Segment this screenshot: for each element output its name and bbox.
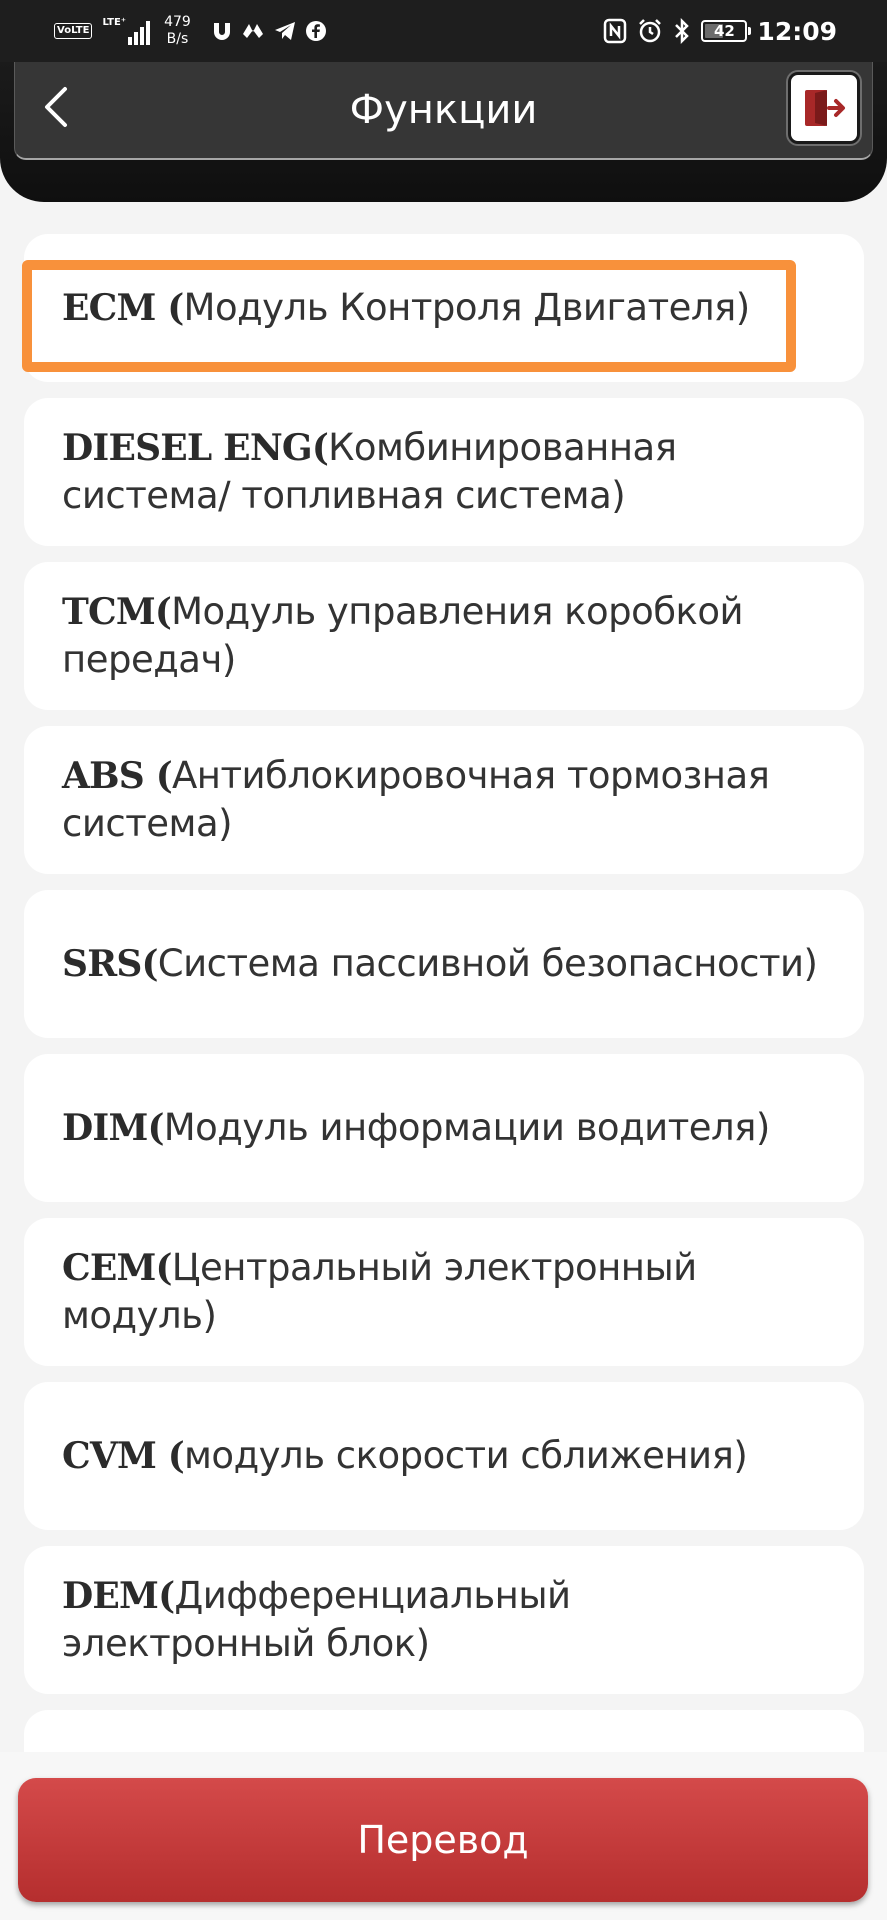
exit-icon <box>805 90 845 126</box>
list-item-srs[interactable]: SRS(Система пассивной безопасности) <box>24 890 864 1038</box>
exit-button[interactable] <box>788 72 860 144</box>
list-item-cvm[interactable]: CVM (модуль скорости сближения) <box>24 1382 864 1530</box>
list-item-code: SRS( <box>62 943 159 985</box>
list-item-description: Модуль информации водителя) <box>163 1106 771 1149</box>
list-item-code: DEM( <box>62 1575 175 1617</box>
telegram-icon <box>274 22 295 40</box>
list-item-diesel-eng[interactable]: DIESEL ENG(Комбинированная система/ топл… <box>24 398 864 546</box>
list-item-description: модуль скорости сближения) <box>184 1434 748 1477</box>
list-item-abs[interactable]: ABS (Антиблокировочная тормозная система… <box>24 726 864 874</box>
network-speed-unit: B/s <box>166 31 189 47</box>
page-title: Функции <box>349 87 538 133</box>
list-item-tcm[interactable]: TCM(Модуль управления коробкой передач) <box>24 562 864 710</box>
network-speed: 479 B/s <box>164 14 191 48</box>
alarm-icon <box>639 19 662 43</box>
list-item-code: DIM( <box>62 1107 165 1149</box>
list-item-label: CEM(Центральный электронный модуль) <box>62 1244 828 1340</box>
list-item-code: TCM( <box>62 591 172 633</box>
list-item-label: ABS (Антиблокировочная тормозная система… <box>62 752 828 848</box>
list-item-code: ABS ( <box>62 755 173 797</box>
list-item-code: DIESEL ENG( <box>62 427 329 469</box>
list-item-description: Система пассивной безопасности) <box>157 942 818 985</box>
status-bar: VoLTE LTE⁺ 479 B/s 42 12:09 <box>0 0 887 62</box>
list-item-label: DEM(Дифференциальный электронный блок) <box>62 1572 828 1668</box>
list-item-code: CEM( <box>62 1247 173 1289</box>
list-item-label: DIESEL ENG(Комбинированная система/ топл… <box>62 424 828 520</box>
back-button[interactable] <box>31 82 81 132</box>
list-item-code: ECM ( <box>62 287 184 329</box>
list-item-label: SRS(Система пассивной безопасности) <box>62 940 818 988</box>
signal-icon: LTE⁺ <box>102 17 151 45</box>
notification-icons <box>211 20 327 42</box>
facebook-icon <box>305 21 326 41</box>
app-wave-icon <box>242 24 263 38</box>
battery-level: 42 <box>713 22 735 40</box>
bluetooth-icon <box>675 18 690 44</box>
clock: 12:09 <box>757 16 837 46</box>
network-type: LTE⁺ <box>102 17 127 28</box>
status-left: VoLTE LTE⁺ 479 B/s <box>54 10 327 52</box>
list-item-dim[interactable]: DIM(Модуль информации водителя) <box>24 1054 864 1202</box>
list-item-ecm[interactable]: ECM (Модуль Контроля Двигателя) <box>24 234 864 382</box>
list-item-description: Модуль Контроля Двигателя) <box>183 286 751 329</box>
list-item-code: CVM ( <box>62 1435 185 1477</box>
list-item-label: ECM (Модуль Контроля Двигателя) <box>62 284 750 332</box>
network-speed-value: 479 <box>164 14 191 30</box>
chevron-left-icon <box>45 87 67 127</box>
volte-indicator: VoLTE <box>54 23 93 39</box>
list-item-cem[interactable]: CEM(Центральный электронный модуль) <box>24 1218 864 1366</box>
list-item-dem[interactable]: DEM(Дифференциальный электронный блок) <box>24 1546 864 1694</box>
list-item-label: TCM(Модуль управления коробкой передач) <box>62 588 828 684</box>
nfc-icon <box>604 18 627 44</box>
translate-button[interactable]: Перевод <box>18 1778 868 1902</box>
app-header: Функции <box>14 62 873 160</box>
battery-icon: 42 <box>701 20 752 42</box>
status-right: 42 12:09 <box>603 10 837 52</box>
app-u-icon <box>213 23 230 40</box>
list-item-label: DIM(Модуль информации водителя) <box>62 1104 770 1152</box>
list-item-label: CVM (модуль скорости сближения) <box>62 1432 748 1480</box>
